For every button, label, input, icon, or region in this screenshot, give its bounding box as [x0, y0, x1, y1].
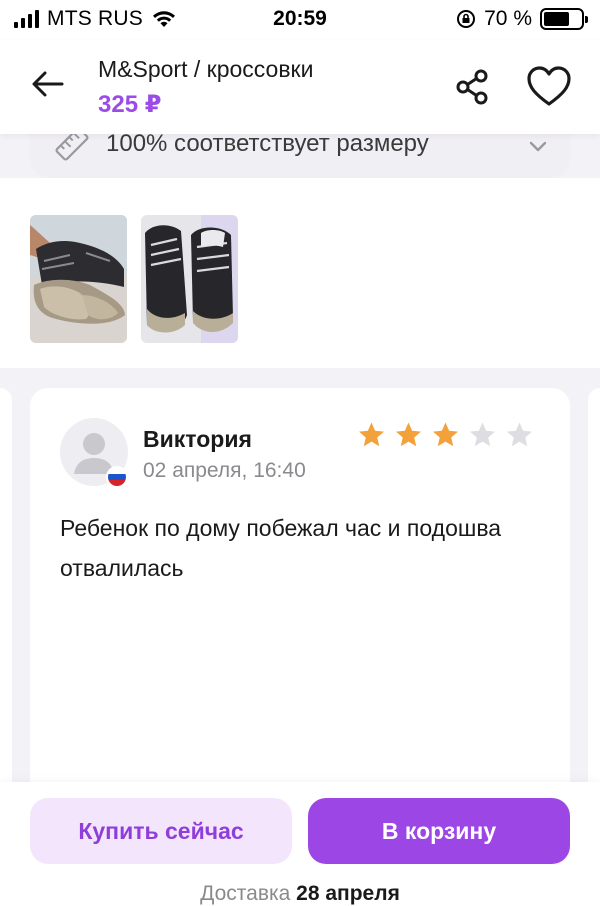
review-date: 02 апреля, 16:40	[143, 459, 306, 482]
battery-icon	[540, 8, 588, 30]
russia-flag-icon	[106, 466, 128, 488]
status-bar: MTS RUS 20:59 70 %	[0, 0, 600, 40]
favorite-heart-icon[interactable]	[525, 64, 573, 108]
delivery-label: Доставка	[200, 882, 291, 905]
review-photo-1[interactable]	[30, 215, 127, 343]
previous-review-card-edge[interactable]	[0, 388, 12, 808]
size-fit-text: 100% соответствует размеру	[106, 130, 429, 157]
next-review-card-edge[interactable]	[588, 388, 600, 808]
reviewer-name: Виктория	[143, 426, 252, 452]
share-icon[interactable]	[452, 66, 494, 108]
rating-stars	[356, 420, 535, 450]
star-empty-icon	[470, 422, 495, 447]
back-arrow-icon[interactable]	[28, 64, 68, 104]
battery-percent: 70 %	[484, 7, 532, 30]
product-header: M&Sport / кроссовки 325 ₽	[0, 40, 600, 134]
bottom-action-bar: Купить сейчас В корзину Доставка 28 апре…	[0, 782, 600, 906]
delivery-info: Доставка 28 апреля	[0, 882, 600, 906]
product-price: 325 ₽	[98, 91, 162, 118]
review-card: Виктория 02 апреля, 16:40 Ребенок по дом…	[30, 388, 570, 808]
star-empty-icon	[507, 422, 532, 447]
product-title: M&Sport / кроссовки	[98, 56, 314, 82]
star-filled-icon	[433, 422, 458, 447]
buy-now-button[interactable]: Купить сейчас	[30, 798, 292, 864]
delivery-date: 28 апреля	[296, 882, 400, 905]
star-filled-icon	[359, 422, 384, 447]
chevron-down-icon	[529, 141, 547, 152]
add-to-cart-button[interactable]: В корзину	[308, 798, 570, 864]
orientation-lock-icon	[457, 10, 476, 28]
review-photo-2[interactable]	[141, 215, 238, 343]
review-text: Ребенок по дому побежал час и подошва от…	[60, 515, 502, 581]
review-photos	[0, 178, 600, 368]
status-right: 70 %	[456, 7, 588, 31]
star-filled-icon	[396, 422, 421, 447]
